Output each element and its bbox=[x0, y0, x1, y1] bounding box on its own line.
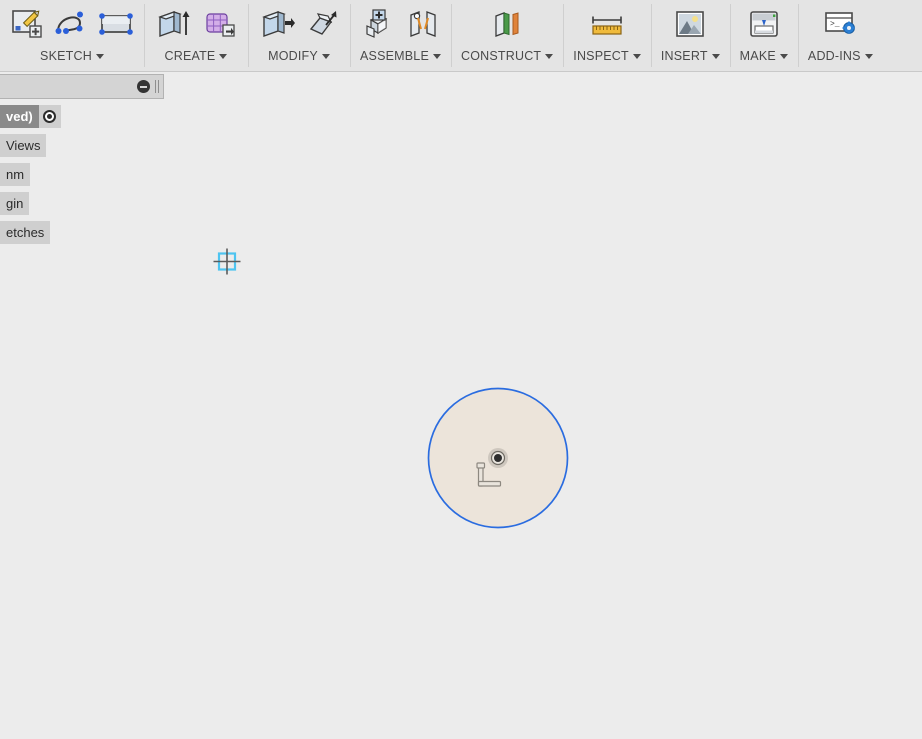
chevron-down-icon[interactable] bbox=[433, 54, 441, 60]
toolbar-group-sketch-label: SKETCH bbox=[40, 50, 104, 63]
insert-image-icon[interactable] bbox=[673, 7, 707, 46]
spline-icon[interactable] bbox=[54, 7, 88, 46]
toolbar-group-assemble[interactable]: ASSEMBLE bbox=[350, 0, 451, 71]
browser-tree-item-sketches[interactable]: etches bbox=[0, 221, 175, 244]
chevron-down-icon[interactable] bbox=[219, 54, 228, 60]
resize-grip-icon[interactable] bbox=[155, 80, 159, 93]
visibility-toggle-icon[interactable] bbox=[38, 105, 61, 128]
press-pull-icon[interactable] bbox=[258, 7, 296, 46]
chevron-down-icon[interactable] bbox=[632, 54, 641, 60]
minus-circle-icon[interactable] bbox=[137, 80, 150, 93]
browser-panel-header[interactable] bbox=[0, 74, 164, 99]
toolbar-group-make[interactable]: MAKE bbox=[729, 0, 798, 71]
fusion-app-window: SKETCH CREATE MODIFY ASSEMBLE CONSTRUCT … bbox=[0, 0, 922, 739]
toolbar-label-text: CONSTRUCT bbox=[461, 49, 542, 63]
toolbar-group-modify-label: MODIFY bbox=[268, 50, 330, 63]
browser-tree-item-named-views[interactable]: Views bbox=[0, 134, 175, 157]
toolbar-label-text: MODIFY bbox=[268, 49, 318, 63]
toolbar-label-text: INSERT bbox=[660, 49, 708, 63]
create-form-icon[interactable] bbox=[202, 7, 238, 46]
offset-plane-icon[interactable] bbox=[488, 7, 526, 46]
svg-text:>_: >_ bbox=[830, 20, 840, 29]
toolbar-group-insert[interactable]: INSERT bbox=[650, 0, 730, 71]
toolbar-group-inspect[interactable]: INSPECT bbox=[563, 0, 651, 71]
sketch-center-point bbox=[488, 448, 508, 468]
toolbar-label-text: ADD-INS bbox=[807, 49, 861, 63]
scripts-addins-icon[interactable]: >_ bbox=[823, 7, 857, 46]
toolbar-label-text: INSPECT bbox=[573, 49, 629, 63]
chevron-down-icon[interactable] bbox=[545, 54, 554, 60]
main-toolbar: SKETCH CREATE MODIFY ASSEMBLE CONSTRUCT … bbox=[0, 0, 922, 72]
toolbar-group-construct[interactable]: CONSTRUCT bbox=[451, 0, 563, 71]
toolbar-group-create-label: CREATE bbox=[165, 50, 228, 63]
create-sketch-icon[interactable] bbox=[10, 7, 44, 46]
chevron-down-icon[interactable] bbox=[321, 54, 330, 60]
measure-ruler-icon[interactable] bbox=[587, 7, 627, 46]
chevron-down-icon[interactable] bbox=[711, 54, 720, 60]
browser-tree-item-unsaved[interactable]: ved) bbox=[0, 105, 175, 128]
toolbar-group-modify[interactable]: MODIFY bbox=[248, 0, 350, 71]
toolbar-group-create-icons bbox=[154, 0, 238, 50]
chevron-down-icon[interactable] bbox=[779, 54, 788, 60]
toolbar-group-modify-icons bbox=[258, 0, 340, 50]
rectangle-icon[interactable] bbox=[98, 7, 134, 46]
toolbar-group-insert-icons bbox=[673, 0, 707, 50]
toolbar-label-text: ASSEMBLE bbox=[360, 49, 429, 63]
grid-snap-marker bbox=[212, 247, 242, 276]
move-copy-icon[interactable] bbox=[306, 7, 340, 46]
joint-icon[interactable] bbox=[406, 7, 440, 46]
toolbar-group-inspect-icons bbox=[587, 0, 627, 50]
toolbar-group-create[interactable]: CREATE bbox=[144, 0, 248, 71]
toolbar-group-sketch-icons bbox=[10, 0, 134, 50]
browser-tree-item-label: etches bbox=[0, 221, 51, 244]
toolbar-group-make-label: MAKE bbox=[740, 50, 788, 63]
toolbar-group-insert-label: INSERT bbox=[661, 50, 720, 63]
extrude-icon[interactable] bbox=[154, 7, 192, 46]
toolbar-label-text: CREATE bbox=[164, 49, 216, 63]
browser-tree: ved) Views nm gin etches bbox=[0, 105, 175, 250]
browser-tree-item-origin[interactable]: gin bbox=[0, 192, 175, 215]
sketch-circle[interactable] bbox=[422, 377, 584, 539]
toolbar-group-addins[interactable]: >_ ADD-INS bbox=[797, 0, 883, 71]
toolbar-group-construct-label: CONSTRUCT bbox=[461, 49, 554, 63]
browser-tree-item-label: Views bbox=[0, 134, 47, 157]
toolbar-group-inspect-label: INSPECT bbox=[573, 50, 641, 63]
3d-print-icon[interactable] bbox=[747, 7, 781, 46]
toolbar-group-assemble-label: ASSEMBLE bbox=[360, 50, 441, 63]
toolbar-group-addins-label: ADD-INS bbox=[808, 50, 873, 63]
toolbar-label-text: SKETCH bbox=[40, 49, 92, 63]
toolbar-label-text: MAKE bbox=[739, 49, 776, 63]
chevron-down-icon[interactable] bbox=[95, 54, 104, 60]
chevron-down-icon[interactable] bbox=[864, 54, 873, 60]
toolbar-group-addins-icons: >_ bbox=[823, 0, 857, 50]
browser-tree-item-units[interactable]: nm bbox=[0, 163, 175, 186]
toolbar-group-construct-icons bbox=[488, 0, 526, 50]
browser-tree-item-label: ved) bbox=[0, 105, 39, 128]
toolbar-group-assemble-icons bbox=[362, 0, 440, 50]
new-component-icon[interactable] bbox=[362, 7, 396, 46]
toolbar-group-sketch[interactable]: SKETCH bbox=[0, 0, 144, 71]
toolbar-group-make-icons bbox=[747, 0, 781, 50]
browser-tree-item-label: nm bbox=[0, 163, 31, 186]
browser-tree-item-label: gin bbox=[0, 192, 30, 215]
